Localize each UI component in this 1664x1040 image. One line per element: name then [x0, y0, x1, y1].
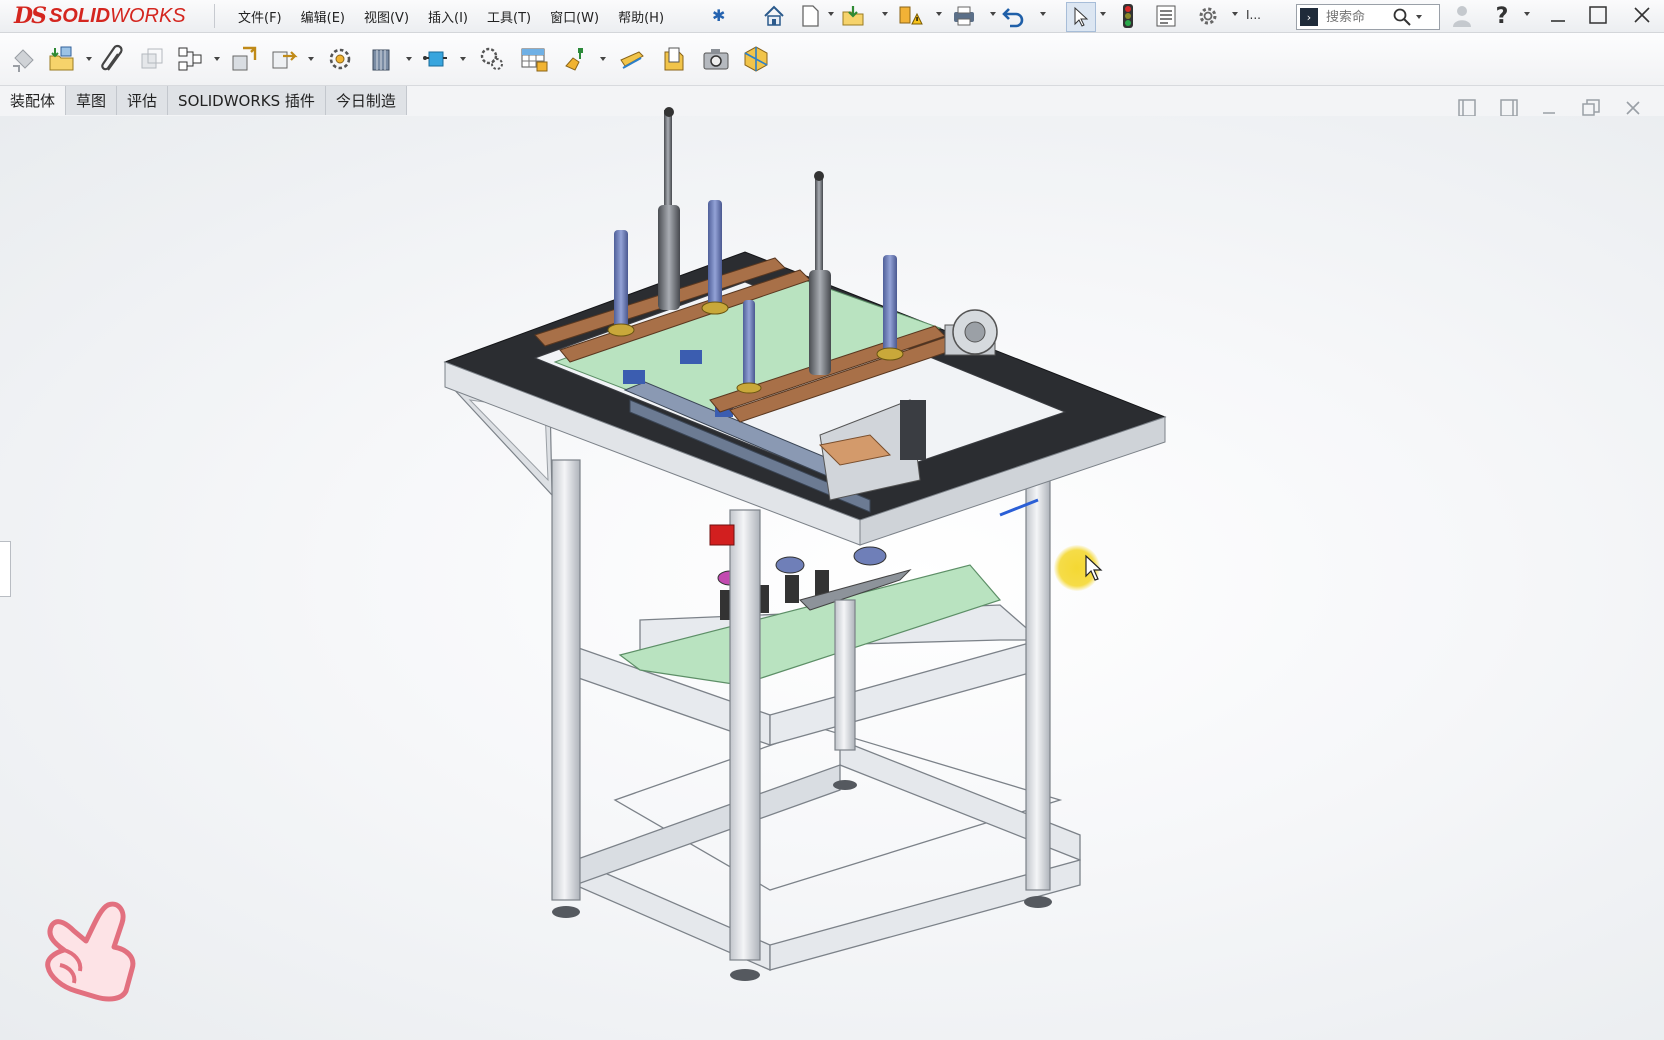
- tab-manufacturing[interactable]: 今日制造: [325, 86, 407, 115]
- divider: [214, 4, 215, 28]
- feature-manager-panel-handle[interactable]: [0, 541, 11, 597]
- menu-tools[interactable]: 工具(T): [487, 7, 531, 26]
- show-hidden-components-icon[interactable]: [268, 43, 300, 75]
- home-icon[interactable]: [760, 2, 788, 30]
- chevron-down-icon[interactable]: [882, 12, 888, 16]
- bottom-frame: [574, 727, 1081, 971]
- close-window-button[interactable]: [1622, 0, 1662, 30]
- command-prompt-icon: ›: [1300, 8, 1318, 26]
- tab-evaluate[interactable]: 评估: [117, 86, 169, 115]
- menu-file[interactable]: 文件(F): [238, 7, 282, 26]
- chevron-down-icon[interactable]: [1040, 12, 1046, 16]
- move-component-icon[interactable]: [228, 43, 260, 75]
- new-document-icon[interactable]: [796, 2, 824, 30]
- insert-components-icon[interactable]: [46, 43, 78, 75]
- pin-menu-icon[interactable]: ✱: [712, 6, 725, 25]
- undo-icon[interactable]: [1000, 2, 1028, 30]
- exploded-view-icon[interactable]: [518, 43, 550, 75]
- end-motor: [944, 309, 998, 356]
- file-properties-icon[interactable]: [1152, 2, 1180, 30]
- mate-icon[interactable]: [98, 43, 130, 75]
- chevron-down-icon[interactable]: [1524, 12, 1530, 16]
- chevron-down-icon[interactable]: [460, 57, 466, 61]
- search-commands[interactable]: ›: [1296, 4, 1440, 30]
- user-account-icon[interactable]: [1448, 2, 1476, 30]
- chevron-down-icon[interactable]: [214, 57, 220, 61]
- chevron-down-icon[interactable]: [86, 57, 92, 61]
- chevron-down-icon[interactable]: [828, 12, 834, 16]
- menu-bar: 文件(F) 编辑(E) 视图(V) 插入(I) 工具(T) 窗口(W) 帮助(H…: [238, 0, 683, 32]
- menu-window[interactable]: 窗口(W): [550, 7, 599, 26]
- traffic-light-icon[interactable]: [1114, 2, 1142, 30]
- search-icon[interactable]: [1392, 7, 1412, 27]
- edit-component-icon[interactable]: [8, 43, 40, 75]
- chevron-down-icon[interactable]: [600, 57, 606, 61]
- ds-logo-mark: DS: [14, 3, 47, 29]
- take-snapshot-components-icon[interactable]: [658, 43, 690, 75]
- chevron-down-icon[interactable]: [990, 12, 996, 16]
- chevron-down-icon[interactable]: [406, 57, 412, 61]
- bill-of-materials-icon[interactable]: [476, 43, 508, 75]
- linear-component-pattern-icon[interactable]: [136, 43, 168, 75]
- tab-sketch[interactable]: 草图: [66, 86, 118, 115]
- menu-edit[interactable]: 编辑(E): [301, 7, 345, 26]
- smart-fasteners-icon[interactable]: [174, 43, 206, 75]
- menu-view[interactable]: 视图(V): [364, 7, 409, 26]
- assembly-model[interactable]: [440, 100, 1240, 1020]
- maximize-window-button[interactable]: [1578, 0, 1618, 30]
- chevron-down-icon[interactable]: [1100, 12, 1106, 16]
- minimize-window-button[interactable]: [1538, 0, 1578, 30]
- command-manager-tabs: 装配体 草图 评估 SOLIDWORKS 插件 今日制造: [0, 86, 407, 115]
- thumbs-up-sticker: [45, 901, 136, 1002]
- search-input[interactable]: [1324, 8, 1390, 26]
- chevron-down-icon[interactable]: [936, 12, 942, 16]
- tab-assembly[interactable]: 装配体: [0, 86, 67, 115]
- new-motion-study-icon[interactable]: [420, 43, 452, 75]
- app-name-thin: WORKS: [110, 4, 186, 27]
- tab-solidworks-addins[interactable]: SOLIDWORKS 插件: [168, 86, 326, 115]
- menu-insert[interactable]: 插入(I): [428, 7, 468, 26]
- app-name: SOLIDWORKS: [49, 5, 186, 28]
- solidworks-logo[interactable]: DS SOLIDWORKS: [14, 0, 214, 32]
- reference-geometry-icon[interactable]: [366, 43, 398, 75]
- camera-icon[interactable]: [700, 43, 732, 75]
- print-icon[interactable]: [950, 2, 978, 30]
- chevron-down-icon[interactable]: [1232, 12, 1238, 16]
- menu-help[interactable]: 帮助(H): [618, 7, 664, 26]
- instant3d-icon[interactable]: [560, 43, 592, 75]
- app-name-bold: SOLID: [48, 4, 111, 27]
- chevron-down-icon[interactable]: [308, 57, 314, 61]
- emergency-stop: [709, 524, 735, 546]
- chevron-down-icon[interactable]: [1416, 15, 1422, 19]
- title-bar: DS SOLIDWORKS 文件(F) 编辑(E) 视图(V) 插入(I) 工具…: [0, 0, 1664, 33]
- assembly-features-icon[interactable]: [324, 43, 356, 75]
- help-icon[interactable]: ?: [1488, 2, 1516, 30]
- rebuild-warning-icon[interactable]: [896, 2, 924, 30]
- gear-icon[interactable]: [1194, 2, 1222, 30]
- open-file-icon[interactable]: [840, 2, 868, 30]
- mouse-pointer-icon: [1085, 554, 1103, 581]
- large-assembly-settings-icon[interactable]: [740, 43, 772, 75]
- select-pointer-icon[interactable]: [1066, 2, 1096, 32]
- toolbar-overflow[interactable]: I...: [1246, 8, 1261, 22]
- command-manager-toolbar: [0, 33, 1664, 86]
- update-speedpak-icon[interactable]: [616, 43, 648, 75]
